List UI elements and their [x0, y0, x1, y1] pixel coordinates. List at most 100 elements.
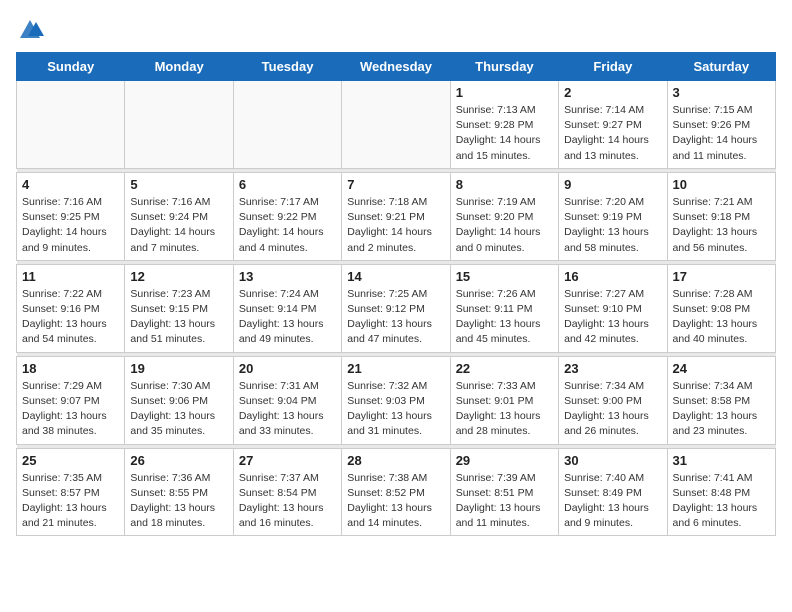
calendar-cell: 17Sunrise: 7:28 AM Sunset: 9:08 PM Dayli…	[667, 264, 775, 352]
calendar-cell: 25 Sunrise: 7:35 AM Sunset: 8:57 PM Dayli…	[17, 448, 125, 536]
calendar-cell: 22 Sunrise: 7:33 AM Sunset: 9:01 PM Dayli…	[450, 356, 558, 444]
cell-day-number: 7	[347, 177, 444, 192]
day-header-saturday: Saturday	[667, 53, 775, 81]
cell-day-number: 5	[130, 177, 227, 192]
cell-day-info: Sunrise: 7:20 AM Sunset: 9:19 PM Dayligh…	[564, 195, 661, 256]
calendar-header-row: SundayMondayTuesdayWednesdayThursdayFrid…	[17, 53, 776, 81]
cell-day-number: 23	[564, 361, 661, 376]
cell-day-number: 20	[239, 361, 336, 376]
cell-day-number: 16	[564, 269, 661, 284]
cell-day-info: Sunrise: 7:34 AM Sunset: 8:58 PM Dayligh…	[673, 379, 770, 440]
calendar-cell: 3 Sunrise: 7:15 AM Sunset: 9:26 PM Daylig…	[667, 81, 775, 169]
calendar-cell: 14 Sunrise: 7:25 AM Sunset: 9:12 PM Dayli…	[342, 264, 450, 352]
cell-day-number: 21	[347, 361, 444, 376]
cell-day-info: Sunrise: 7:18 AM Sunset: 9:21 PM Dayligh…	[347, 195, 444, 256]
cell-day-number: 2	[564, 85, 661, 100]
cell-day-info: Sunrise: 7:23 AM Sunset: 9:15 PM Dayligh…	[130, 287, 227, 348]
cell-day-info: Sunrise: 7:13 AM Sunset: 9:28 PM Dayligh…	[456, 103, 553, 164]
cell-day-info: Sunrise: 7:31 AM Sunset: 9:04 PM Dayligh…	[239, 379, 336, 440]
cell-day-info: Sunrise: 7:21 AM Sunset: 9:18 PM Dayligh…	[673, 195, 770, 256]
cell-day-info: Sunrise: 7:33 AM Sunset: 9:01 PM Dayligh…	[456, 379, 553, 440]
cell-day-info: Sunrise: 7:34 AM Sunset: 9:00 PM Dayligh…	[564, 379, 661, 440]
calendar-cell	[125, 81, 233, 169]
calendar-cell: 5 Sunrise: 7:16 AM Sunset: 9:24 PM Daylig…	[125, 172, 233, 260]
cell-day-info: Sunrise: 7:24 AM Sunset: 9:14 PM Dayligh…	[239, 287, 336, 348]
cell-day-info: Sunrise: 7:15 AM Sunset: 9:26 PM Dayligh…	[673, 103, 770, 164]
cell-day-info: Sunrise: 7:25 AM Sunset: 9:12 PM Dayligh…	[347, 287, 444, 348]
calendar-week-row: 25 Sunrise: 7:35 AM Sunset: 8:57 PM Dayli…	[17, 448, 776, 536]
calendar-week-row: 4 Sunrise: 7:16 AM Sunset: 9:25 PM Daylig…	[17, 172, 776, 260]
calendar-cell	[17, 81, 125, 169]
cell-day-info: Sunrise: 7:35 AM Sunset: 8:57 PM Dayligh…	[22, 471, 119, 532]
calendar-cell: 7 Sunrise: 7:18 AM Sunset: 9:21 PM Daylig…	[342, 172, 450, 260]
calendar-cell: 24 Sunrise: 7:34 AM Sunset: 8:58 PM Dayli…	[667, 356, 775, 444]
calendar-cell: 28 Sunrise: 7:38 AM Sunset: 8:52 PM Dayli…	[342, 448, 450, 536]
calendar-cell: 21 Sunrise: 7:32 AM Sunset: 9:03 PM Dayli…	[342, 356, 450, 444]
cell-day-number: 29	[456, 453, 553, 468]
calendar-cell	[342, 81, 450, 169]
cell-day-number: 28	[347, 453, 444, 468]
calendar-cell: 11 Sunrise: 7:22 AM Sunset: 9:16 PM Dayli…	[17, 264, 125, 352]
cell-day-number: 27	[239, 453, 336, 468]
calendar-cell: 13Sunrise: 7:24 AM Sunset: 9:14 PM Dayli…	[233, 264, 341, 352]
day-header-monday: Monday	[125, 53, 233, 81]
cell-day-number: 26	[130, 453, 227, 468]
cell-day-number: 22	[456, 361, 553, 376]
cell-day-info: Sunrise: 7:37 AM Sunset: 8:54 PM Dayligh…	[239, 471, 336, 532]
cell-day-info: Sunrise: 7:32 AM Sunset: 9:03 PM Dayligh…	[347, 379, 444, 440]
cell-day-number: 4	[22, 177, 119, 192]
cell-day-info: Sunrise: 7:38 AM Sunset: 8:52 PM Dayligh…	[347, 471, 444, 532]
calendar-cell: 18Sunrise: 7:29 AM Sunset: 9:07 PM Dayli…	[17, 356, 125, 444]
calendar-cell: 2 Sunrise: 7:14 AM Sunset: 9:27 PM Daylig…	[559, 81, 667, 169]
cell-day-info: Sunrise: 7:16 AM Sunset: 9:24 PM Dayligh…	[130, 195, 227, 256]
calendar-cell: 15 Sunrise: 7:26 AM Sunset: 9:11 PM Dayli…	[450, 264, 558, 352]
calendar-cell: 1 Sunrise: 7:13 AM Sunset: 9:28 PM Daylig…	[450, 81, 558, 169]
cell-day-number: 11	[22, 269, 119, 284]
calendar-cell: 31 Sunrise: 7:41 AM Sunset: 8:48 PM Dayli…	[667, 448, 775, 536]
calendar-cell: 20 Sunrise: 7:31 AM Sunset: 9:04 PM Dayli…	[233, 356, 341, 444]
cell-day-number: 8	[456, 177, 553, 192]
calendar-week-row: 1 Sunrise: 7:13 AM Sunset: 9:28 PM Daylig…	[17, 81, 776, 169]
cell-day-number: 10	[673, 177, 770, 192]
cell-day-info: Sunrise: 7:19 AM Sunset: 9:20 PM Dayligh…	[456, 195, 553, 256]
cell-day-info: Sunrise: 7:16 AM Sunset: 9:25 PM Dayligh…	[22, 195, 119, 256]
cell-day-number: 3	[673, 85, 770, 100]
day-header-thursday: Thursday	[450, 53, 558, 81]
calendar-cell: 26Sunrise: 7:36 AM Sunset: 8:55 PM Dayli…	[125, 448, 233, 536]
cell-day-info: Sunrise: 7:39 AM Sunset: 8:51 PM Dayligh…	[456, 471, 553, 532]
day-header-friday: Friday	[559, 53, 667, 81]
cell-day-number: 6	[239, 177, 336, 192]
calendar-cell: 16 Sunrise: 7:27 AM Sunset: 9:10 PM Dayli…	[559, 264, 667, 352]
calendar-cell: 30Sunrise: 7:40 AM Sunset: 8:49 PM Dayli…	[559, 448, 667, 536]
cell-day-info: Sunrise: 7:26 AM Sunset: 9:11 PM Dayligh…	[456, 287, 553, 348]
day-header-wednesday: Wednesday	[342, 53, 450, 81]
calendar-week-row: 11 Sunrise: 7:22 AM Sunset: 9:16 PM Dayli…	[17, 264, 776, 352]
cell-day-number: 24	[673, 361, 770, 376]
cell-day-info: Sunrise: 7:28 AM Sunset: 9:08 PM Dayligh…	[673, 287, 770, 348]
day-header-sunday: Sunday	[17, 53, 125, 81]
cell-day-number: 14	[347, 269, 444, 284]
cell-day-number: 1	[456, 85, 553, 100]
cell-day-number: 25	[22, 453, 119, 468]
calendar-cell: 19Sunrise: 7:30 AM Sunset: 9:06 PM Dayli…	[125, 356, 233, 444]
cell-day-info: Sunrise: 7:30 AM Sunset: 9:06 PM Dayligh…	[130, 379, 227, 440]
calendar-week-row: 18Sunrise: 7:29 AM Sunset: 9:07 PM Dayli…	[17, 356, 776, 444]
cell-day-info: Sunrise: 7:41 AM Sunset: 8:48 PM Dayligh…	[673, 471, 770, 532]
cell-day-number: 12	[130, 269, 227, 284]
logo	[16, 16, 46, 44]
cell-day-info: Sunrise: 7:14 AM Sunset: 9:27 PM Dayligh…	[564, 103, 661, 164]
cell-day-number: 15	[456, 269, 553, 284]
calendar-cell: 27 Sunrise: 7:37 AM Sunset: 8:54 PM Dayli…	[233, 448, 341, 536]
calendar-cell: 6Sunrise: 7:17 AM Sunset: 9:22 PM Daylig…	[233, 172, 341, 260]
calendar-table: SundayMondayTuesdayWednesdayThursdayFrid…	[16, 52, 776, 536]
cell-day-number: 31	[673, 453, 770, 468]
calendar-cell: 29 Sunrise: 7:39 AM Sunset: 8:51 PM Dayli…	[450, 448, 558, 536]
calendar-cell	[233, 81, 341, 169]
cell-day-number: 30	[564, 453, 661, 468]
cell-day-info: Sunrise: 7:22 AM Sunset: 9:16 PM Dayligh…	[22, 287, 119, 348]
cell-day-info: Sunrise: 7:27 AM Sunset: 9:10 PM Dayligh…	[564, 287, 661, 348]
calendar-cell: 9 Sunrise: 7:20 AM Sunset: 9:19 PM Daylig…	[559, 172, 667, 260]
cell-day-number: 9	[564, 177, 661, 192]
calendar-cell: 8 Sunrise: 7:19 AM Sunset: 9:20 PM Daylig…	[450, 172, 558, 260]
day-header-tuesday: Tuesday	[233, 53, 341, 81]
